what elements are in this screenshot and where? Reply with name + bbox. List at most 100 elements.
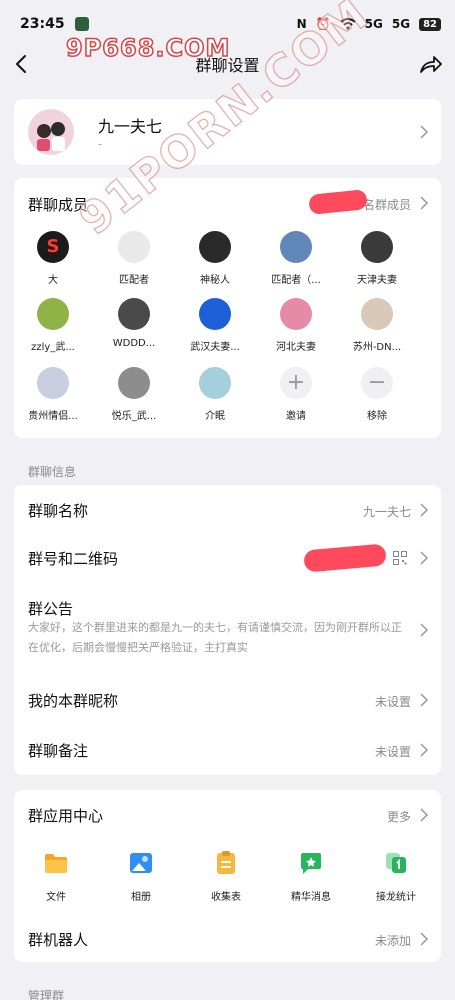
share-icon[interactable] [417,51,443,77]
member-avatar [118,367,150,399]
member-item[interactable]: zzly_武... [21,298,85,353]
group-qr-label: 群号和二维码 [28,550,119,568]
member-avatar [37,367,69,399]
redaction-mark [308,189,368,215]
my-nickname-row[interactable]: 我的本群昵称 未设置 [14,675,441,725]
app-solitaire[interactable]: 接龙统计 [361,850,431,903]
member-name: 武汉夫妻... [190,342,240,353]
invite-member-button[interactable]: + 邀请 [264,367,328,422]
member-avatar: S [37,231,69,263]
member-avatar [361,298,393,330]
group-name-row[interactable]: 群聊名称 九一夫七 [14,485,441,533]
member-avatar [118,298,150,330]
chevron-right-icon [420,808,429,822]
member-item[interactable]: 匹配者 [102,231,166,286]
signal-5g-icon: 5G [364,17,383,31]
member-item[interactable]: WDDD... [102,298,166,349]
chevron-right-icon [420,196,429,210]
wifi-icon [340,18,356,30]
app-file[interactable]: 文件 [21,850,91,903]
group-info-card: 群聊名称 九一夫七 群号和二维码 群公告 大家好，这个群里进来的都是九一的夫七，… [14,485,441,775]
back-arrow-icon[interactable] [10,51,36,77]
chevron-right-icon [420,551,429,565]
member-name: 匹配者（... [271,275,321,286]
app-center-more[interactable]: 更多 [387,808,411,825]
minus-icon: − [361,367,393,399]
member-name: 苏州-DN... [352,342,402,353]
member-item[interactable]: 武汉夫妻... [183,298,247,353]
member-name: zzly_武... [31,342,75,353]
member-avatar [199,367,231,399]
group-robot-label: 群机器人 [28,931,89,949]
member-item[interactable]: 苏州-DN... [345,298,409,353]
app-solitaire-label: 接龙统计 [376,892,416,903]
invite-label: 邀请 [286,411,306,422]
group-remark-value: 未设置 [374,745,411,759]
chevron-right-icon [420,743,429,757]
chevron-right-icon [420,503,429,517]
member-avatar [37,298,69,330]
page-title: 群聊设置 [195,56,260,75]
app-essence[interactable]: 精华消息 [276,850,346,903]
member-avatar [199,231,231,263]
qr-code-icon [393,551,407,565]
status-indicators: N ⏰ 5G 5G 82 [297,17,441,31]
group-qr-row[interactable]: 群号和二维码 [14,533,441,583]
section-title-group-info: 群聊信息 [28,465,77,479]
remove-member-button[interactable]: − 移除 [345,367,409,422]
group-remark-row[interactable]: 群聊备注 未设置 [14,725,441,775]
member-item[interactable]: S大 [21,231,85,286]
my-nickname-label: 我的本群昵称 [28,692,119,710]
redaction-mark [303,543,387,573]
notification-app-icon [74,17,89,31]
group-name: 九一夫七 [98,117,163,136]
announcement-text: 大家好，这个群里进来的都是九一的夫七，有请谨慎交流，因为刚开群所以正在优化，后期… [28,621,402,654]
app-album[interactable]: 相册 [106,850,176,903]
status-time: 23:45 [20,16,65,32]
my-nickname-value: 未设置 [374,695,411,709]
member-item[interactable]: 匹配者（... [264,231,328,286]
member-item[interactable]: 神秘人 [183,231,247,286]
group-robot-row[interactable]: 群机器人 未添加 [14,914,441,962]
remove-label: 移除 [367,411,387,422]
group-remark-label: 群聊备注 [28,742,89,760]
member-count[interactable]: 名群成员 [363,196,411,213]
member-item[interactable]: 贵州情侣... [21,367,85,422]
members-card: 群聊成员 名群成员 S 大匹配者 神秘人匹配者（... 天津夫妻 zzly_武... WD… [14,178,441,438]
group-profile-card[interactable]: 九一夫七 - [14,99,441,165]
member-item[interactable]: 天津夫妻 [345,231,409,286]
member-name: 天津夫妻 [357,275,397,286]
app-essence-label: 精华消息 [291,892,331,903]
member-name: 介眠 [205,411,225,422]
member-item[interactable]: 悦乐_武... [102,367,166,422]
member-avatar [361,231,393,263]
app-center-header: 群应用中心 [28,807,104,825]
group-announcement-row[interactable]: 群公告 大家好，这个群里进来的都是九一的夫七，有请谨慎交流，因为刚开群所以正在优… [14,583,441,675]
member-item[interactable]: 河北夫妻 [264,298,328,353]
app-album-label: 相册 [131,892,151,903]
plus-icon: + [280,367,312,399]
folder-icon [45,854,67,873]
signal-5g-icon-2: 5G [391,17,411,31]
group-name-value: 九一夫七 [362,505,411,519]
chevron-right-icon [420,125,429,139]
chevron-right-icon [420,932,429,946]
essence-message-icon [301,853,321,874]
member-name: 匹配者 [119,275,149,286]
solitaire-stats-icon [386,853,406,873]
app-form[interactable]: 收集表 [191,850,261,903]
nav-bar: 群聊设置 [0,44,455,84]
members-header: 群聊成员 [28,196,89,214]
photo-album-icon [130,853,152,873]
battery-icon: 82 [419,17,441,31]
alarm-icon: ⏰ [315,17,331,31]
group-name-label: 群聊名称 [28,502,89,520]
member-avatar [118,231,150,263]
member-name: WDDD... [112,338,156,349]
member-avatar [280,231,312,263]
chevron-right-icon [420,623,429,637]
announcement-label: 群公告 [28,600,74,618]
app-center-card: 群应用中心 更多 文件 相册 收集表 精华消息 接龙统计 群机器人 未添加 [14,790,441,962]
member-name: 贵州情侣... [28,411,78,422]
member-item[interactable]: 介眠 [183,367,247,422]
